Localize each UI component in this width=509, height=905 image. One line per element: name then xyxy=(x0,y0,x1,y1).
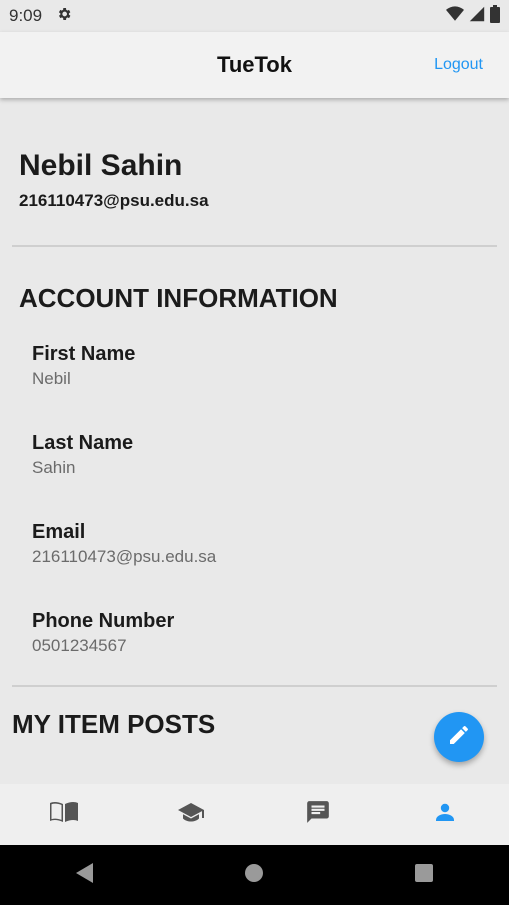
first-name-value: Nebil xyxy=(32,369,71,388)
person-icon xyxy=(433,800,457,829)
first-name-label: First Name xyxy=(32,343,136,365)
app-bar: TueTok Logout xyxy=(0,32,509,98)
back-button[interactable] xyxy=(55,845,115,905)
edit-fab-button[interactable] xyxy=(434,712,484,762)
nav-tab-items[interactable] xyxy=(0,784,127,845)
battery-icon xyxy=(490,4,500,28)
profile-name: Nebil Sahin xyxy=(19,149,183,182)
wifi-icon xyxy=(446,5,464,27)
email-value: 216110473@psu.edu.sa xyxy=(32,547,217,566)
message-icon xyxy=(305,799,331,830)
home-button[interactable] xyxy=(224,845,284,905)
logout-button[interactable]: Logout xyxy=(434,32,483,98)
settings-gear-icon xyxy=(56,6,72,27)
signal-icon xyxy=(469,6,485,27)
graduation-cap-icon xyxy=(177,800,205,829)
nav-tab-courses[interactable] xyxy=(127,784,254,845)
home-icon xyxy=(244,863,264,888)
back-icon xyxy=(75,862,95,889)
last-name-label: Last Name xyxy=(32,432,134,454)
pencil-icon xyxy=(447,723,471,752)
account-information-heading: ACCOUNT INFORMATION xyxy=(19,283,338,313)
phone-number-value: 0501234567 xyxy=(32,636,127,655)
nav-tab-profile[interactable] xyxy=(382,784,509,845)
system-navigation-bar xyxy=(0,845,509,905)
nav-tab-messages[interactable] xyxy=(255,784,382,845)
recents-button[interactable] xyxy=(394,845,454,905)
email-label: Email xyxy=(32,521,86,543)
divider xyxy=(12,245,497,247)
profile-email: 216110473@psu.edu.sa xyxy=(19,191,209,210)
book-icon xyxy=(49,800,79,829)
phone-number-label: Phone Number xyxy=(32,610,175,632)
recents-icon xyxy=(414,863,434,888)
profile-content[interactable]: Nebil Sahin 216110473@psu.edu.sa ACCOUNT… xyxy=(0,100,509,784)
app-title: TueTok xyxy=(217,52,292,77)
divider xyxy=(12,685,497,687)
status-bar: 9:09 xyxy=(0,0,509,32)
status-time: 9:09 xyxy=(9,6,43,25)
my-item-posts-heading: MY ITEM POSTS xyxy=(12,709,216,739)
bottom-navigation xyxy=(0,784,509,845)
last-name-value: Sahin xyxy=(32,458,76,477)
